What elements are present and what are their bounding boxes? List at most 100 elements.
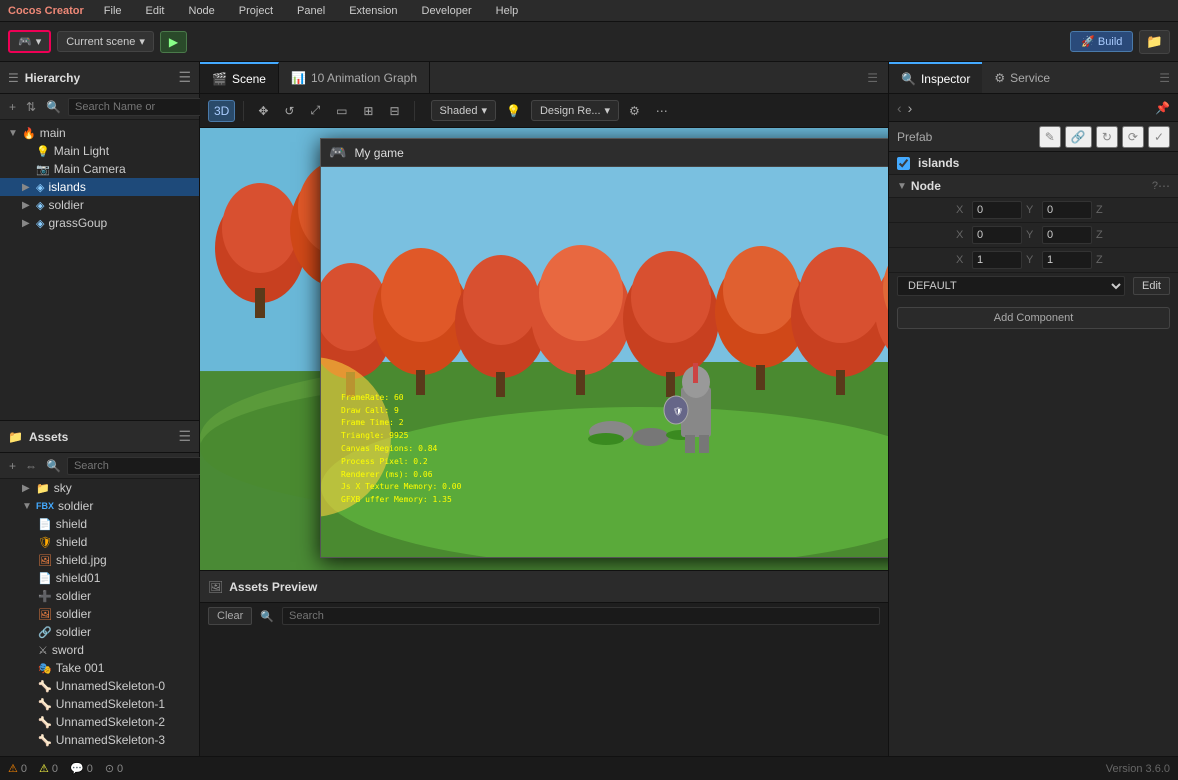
section-more-btn[interactable]: ⋯	[1158, 179, 1170, 193]
rotation-y-input[interactable]	[1042, 226, 1092, 244]
position-x-input[interactable]	[972, 201, 1022, 219]
node-enabled-checkbox[interactable]	[897, 157, 910, 170]
assets-add-btn[interactable]: +	[6, 458, 19, 474]
assets-node-soldier-mat[interactable]: 🔗 soldier	[0, 623, 199, 641]
position-y-input[interactable]	[1042, 201, 1092, 219]
menu-developer[interactable]: Developer	[418, 5, 476, 17]
prefab-edit-btn[interactable]: ✎	[1039, 126, 1061, 148]
build-button[interactable]: 🚀 Prefab Build	[1070, 31, 1133, 52]
assets-tree: ▶ 📁 sky ▼ FBX soldier 📄 shield 🛡	[0, 479, 199, 780]
game-window-title: My game	[354, 146, 885, 160]
service-icon: ⚙	[994, 71, 1005, 85]
menu-help[interactable]: Help	[492, 5, 523, 17]
assets-node-unnamed-skel-1[interactable]: 🦴 UnnamedSkeleton-1	[0, 695, 199, 713]
shaded-arrow: ▾	[481, 104, 487, 117]
assets-node-shield01[interactable]: 📄 shield01	[0, 569, 199, 587]
prefab-sync-btn[interactable]: ↻	[1096, 126, 1118, 148]
menu-project[interactable]: Project	[235, 5, 277, 17]
node-icon-islands: ◈	[36, 181, 44, 194]
light-toggle-btn[interactable]: 💡	[500, 100, 527, 122]
inspector-nav: ‹ › 📌	[889, 94, 1178, 122]
menu-edit[interactable]: Edit	[142, 5, 169, 17]
info-count: 0	[87, 763, 93, 775]
tree-node-main[interactable]: ▼ 🔥 main	[0, 124, 199, 142]
assets-node-soldier-img[interactable]: 🖼 soldier	[0, 605, 199, 623]
hierarchy-toolbar: + ⇅ 🔍 ≡	[0, 94, 199, 120]
scene-tabs-menu-btn[interactable]: ☰	[857, 71, 888, 85]
tree-node-soldier[interactable]: ▶ ◈ soldier	[0, 196, 199, 214]
prefab-reload-btn[interactable]: ⟳	[1122, 126, 1144, 148]
menu-panel[interactable]: Panel	[293, 5, 329, 17]
clear-button[interactable]: Clear	[208, 607, 252, 625]
scene-settings-btn[interactable]: ⚙	[623, 100, 646, 122]
doc-icon: 📄	[38, 572, 52, 585]
tree-node-islands[interactable]: ▶ ◈ islands	[0, 178, 199, 196]
assets-node-shield-jpg[interactable]: 🖼 shield.jpg	[0, 551, 199, 569]
scale-y-input[interactable]	[1042, 251, 1092, 269]
add-component-button[interactable]: Add Component	[897, 307, 1170, 329]
tab-anim-graph[interactable]: 📊 10 Animation Graph	[279, 62, 430, 93]
tab-inspector[interactable]: 🔍 Inspector	[889, 62, 982, 93]
assets-node-sword[interactable]: ⚔ sword	[0, 641, 199, 659]
design-res-dropdown[interactable]: Design Re... ▾	[531, 100, 619, 121]
current-scene-button[interactable]: Current scene ▾	[57, 31, 154, 52]
shaded-dropdown[interactable]: Shaded ▾	[431, 100, 496, 121]
hierarchy-menu-btn[interactable]: ☰	[178, 69, 191, 86]
assets-node-sky[interactable]: ▶ 📁 sky	[0, 479, 199, 497]
btn-rotate[interactable]: ↺	[278, 100, 300, 122]
shaded-label: Shaded	[440, 105, 478, 117]
scale-x-input[interactable]	[972, 251, 1022, 269]
tree-node-main-light[interactable]: 💡 Main Light	[0, 142, 199, 160]
assets-node-unnamed-skel-3[interactable]: 🦴 UnnamedSkeleton-3	[0, 731, 199, 749]
btn-3d[interactable]: 3D	[208, 100, 235, 122]
menu-bar: Cocos Creator File Edit Node Project Pan…	[0, 0, 1178, 22]
tree-label-islands: islands	[48, 180, 85, 194]
menu-file[interactable]: File	[100, 5, 126, 17]
main-layout: ☰ Hierarchy ☰ + ⇅ 🔍 ≡ ▼ 🔥 main 💡 Main Li…	[0, 62, 1178, 780]
pin-btn[interactable]: 📌	[1155, 101, 1170, 115]
assets-node-take001[interactable]: 🎭 Take 001	[0, 659, 199, 677]
position-row: X Y Z	[889, 198, 1178, 223]
play-button[interactable]: ▶	[160, 31, 187, 53]
assets-node-fbx-soldier[interactable]: ▼ FBX soldier	[0, 497, 199, 515]
tab-scene[interactable]: 🎬 Scene	[200, 62, 279, 93]
main-toolbar: 🎮 ▾ Current scene ▾ ▶ 🚀 Prefab Build 📁	[0, 22, 1178, 62]
btn-move[interactable]: ✥	[252, 100, 274, 122]
btn-snap[interactable]: ⊟	[383, 100, 405, 122]
prefab-check-btn[interactable]: ✓	[1148, 126, 1170, 148]
add-component-row: Add Component	[889, 299, 1178, 337]
prefab-link-btn[interactable]: 🔗	[1065, 126, 1092, 148]
layer-edit-btn[interactable]: Edit	[1133, 277, 1170, 295]
game-preview-button[interactable]: 🎮 ▾	[8, 30, 51, 53]
btn-rect[interactable]: ▭	[330, 100, 353, 122]
btn-scale[interactable]: ⤢	[304, 99, 326, 122]
assets-node-soldier-anim[interactable]: ➕ soldier	[0, 587, 199, 605]
assets-node-unnamed-skel-0[interactable]: 🦴 UnnamedSkeleton-0	[0, 677, 199, 695]
scene-more-btn[interactable]: ⋯	[650, 100, 674, 122]
assets-menu-btn[interactable]: ☰	[178, 428, 191, 445]
tree-label-main: main	[40, 126, 66, 140]
scale-row: X Y Z	[889, 248, 1178, 273]
tree-node-grassgoup[interactable]: ▶ ◈ grassGoup	[0, 214, 199, 232]
layer-select[interactable]: DEFAULT	[897, 276, 1125, 296]
btn-transform[interactable]: ⊞	[357, 100, 379, 122]
x-label-scale: X	[956, 254, 968, 266]
assets-node-shield2[interactable]: 🛡 shield	[0, 533, 199, 551]
tab-service[interactable]: ⚙ Service	[982, 62, 1062, 93]
nav-forward-btn[interactable]: ›	[908, 100, 913, 116]
y-label-scale: Y	[1026, 254, 1038, 266]
menu-extension[interactable]: Extension	[345, 5, 401, 17]
add-node-btn[interactable]: +	[6, 99, 19, 115]
inspector-tabs: 🔍 Inspector ⚙ Service ☰	[889, 62, 1178, 94]
folder-button[interactable]: 📁	[1139, 30, 1170, 54]
rotation-x-input[interactable]	[972, 226, 1022, 244]
assets-preview-search-input[interactable]	[282, 607, 880, 625]
assets-node-shield1[interactable]: 📄 shield	[0, 515, 199, 533]
sort-btn[interactable]: ⇅	[23, 99, 39, 115]
inspector-menu-btn[interactable]: ☰	[1151, 71, 1178, 85]
menu-node[interactable]: Node	[185, 5, 219, 17]
tree-node-main-camera[interactable]: 📷 Main Camera	[0, 160, 199, 178]
assets-node-unnamed-skel-2[interactable]: 🦴 UnnamedSkeleton-2	[0, 713, 199, 731]
assets-collapse-btn[interactable]: ⇔	[22, 458, 40, 474]
nav-back-btn[interactable]: ‹	[897, 100, 902, 116]
